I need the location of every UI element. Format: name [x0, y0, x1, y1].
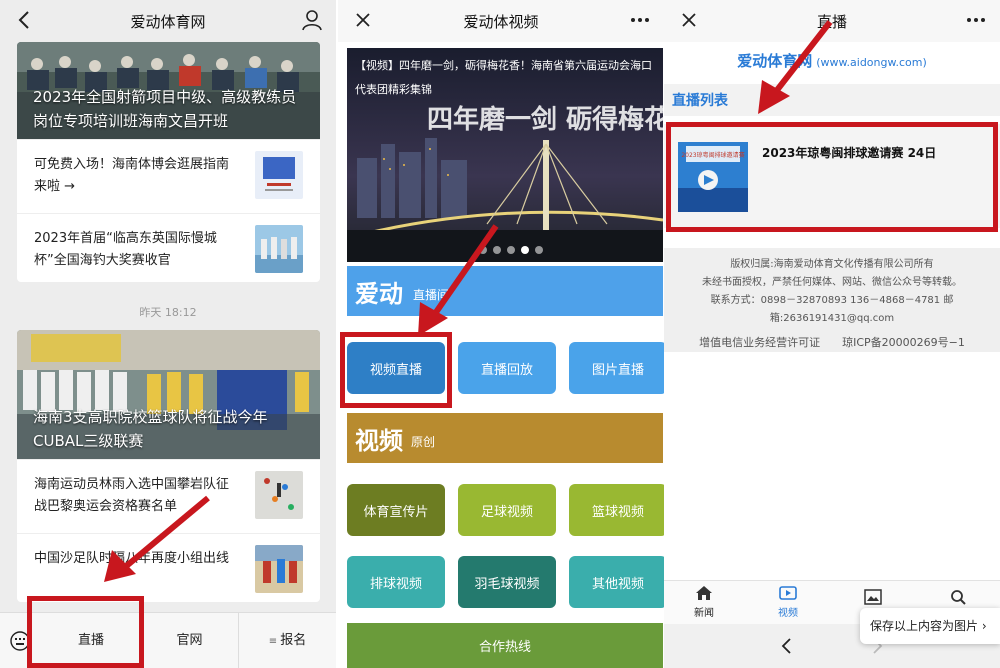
- more-icon[interactable]: [628, 9, 652, 31]
- article-card-2: 海南3支高职院校篮球队将征战今年CUBAL三级联赛 海南运动员林雨入选中国攀岩队…: [17, 330, 320, 602]
- menu-register-button[interactable]: ≡ 报名: [238, 613, 336, 668]
- close-icon[interactable]: [678, 9, 700, 31]
- back-icon[interactable]: [14, 9, 36, 31]
- carousel-dots[interactable]: [479, 246, 543, 254]
- page-title: 直播: [816, 12, 847, 31]
- article-caption-2: 海南3支高职院校篮球队将征战今年CUBAL三级联赛: [33, 408, 268, 450]
- tab-video-label: 视频: [778, 608, 798, 619]
- site-logo-name: 爱动体育网: [737, 52, 813, 70]
- list-item[interactable]: 可免费入场！海南体博会逛展指南来啦 →: [17, 139, 320, 213]
- panel-wechat-article-list: 爱动体育网 2023年全国射箭项目中级、高级教练员岗位专项培训班海南文昌开班 可…: [0, 0, 336, 668]
- more-icon[interactable]: [964, 9, 988, 31]
- top-navbar: 直播: [664, 0, 1000, 42]
- page-title: 爱动体育网: [130, 12, 206, 31]
- list-item[interactable]: 2023年首届“临高东英国际慢城杯”全国海钓大奖赛收官: [17, 213, 320, 282]
- panel-video-site: 爱动体视频 四年磨一剑 砺得梅花香 【视频】四年磨一剑，砺得梅花香！海南省第六届…: [336, 0, 664, 668]
- search-icon[interactable]: [950, 589, 966, 605]
- highlight-box-video-live: [340, 332, 452, 408]
- other-video-button[interactable]: 其他视频: [569, 556, 664, 608]
- list-item-title: 2023年首届“临高东英国际慢城杯”全国海钓大奖赛收官: [34, 231, 217, 268]
- basketball-video-button[interactable]: 篮球视频: [569, 484, 664, 536]
- list-item-title: 海南运动员林雨入选中国攀岩队征战巴黎奥运会资格赛名单: [34, 477, 230, 514]
- live-list-header: 直播列表: [664, 84, 1000, 116]
- footer-notice: 未经书面授权，严禁任何媒体、网站、微信公众号等转载。: [702, 277, 962, 288]
- save-as-image-toast[interactable]: 保存以上内容为图片 ›: [860, 608, 1000, 644]
- football-video-button[interactable]: 足球视频: [458, 484, 556, 536]
- section-live-subtitle: 直播间: [413, 288, 450, 302]
- top-navbar: 爱动体视频: [338, 0, 664, 42]
- tab-news[interactable]: 新闻: [664, 585, 744, 619]
- banner-art-text: 四年磨一剑 砺得梅花香: [427, 104, 663, 135]
- photo-live-button[interactable]: 图片直播: [569, 342, 664, 394]
- volleyball-video-button[interactable]: 排球视频: [347, 556, 445, 608]
- hotline-bar[interactable]: 合作热线: [347, 623, 663, 668]
- article-cover-2[interactable]: 海南3支高职院校篮球队将征战今年CUBAL三级联赛: [17, 330, 320, 459]
- panel-live-list: 直播 爱动体育网 (www.aidongw.com) 直播列表 2023琼粤闽排球…: [664, 0, 1000, 668]
- section-live-header: 爱动 直播间: [347, 266, 663, 316]
- site-logo-url: (www.aidongw.com): [816, 56, 927, 69]
- section-video-subtitle: 原创: [411, 435, 436, 449]
- promo-video-button[interactable]: 体育宣传片: [347, 484, 445, 536]
- menu-list-icon: ≡: [268, 636, 281, 647]
- home-icon: [696, 586, 712, 600]
- footer-license: 增值电信业务经营许可证 琼ICP备20000269号−1: [699, 336, 965, 349]
- site-logo[interactable]: 爱动体育网 (www.aidongw.com): [664, 50, 1000, 71]
- section-video-header: 视频 原创: [347, 413, 663, 463]
- image-icon[interactable]: [864, 589, 882, 605]
- site-footer: 版权归属:海南爱动体育文化传播有限公司所有 未经书面授权，严禁任何媒体、网站、微…: [664, 248, 1000, 352]
- article-cover-1[interactable]: 2023年全国射箭项目中级、高级教练员岗位专项培训班海南文昌开班: [17, 42, 320, 139]
- thumb-expo-guide: [255, 151, 303, 199]
- section-video-title: 视频: [355, 427, 403, 455]
- list-item-title: 可免费入场！海南体博会逛展指南来啦 →: [34, 157, 230, 194]
- banner-caption: 【视频】四年磨一剑，砺得梅花香！海南省第六届运动会海口代表团精彩集锦: [355, 59, 652, 96]
- page-title: 爱动体视频: [463, 12, 539, 31]
- badminton-video-button[interactable]: 羽毛球视频: [458, 556, 556, 608]
- article-caption-1: 2023年全国射箭项目中级、高级教练员岗位专项培训班海南文昌开班: [33, 88, 297, 130]
- highlight-box-live: [27, 596, 144, 668]
- replay-button[interactable]: 直播回放: [458, 342, 556, 394]
- video-icon: [779, 586, 797, 600]
- menu-register-label: 报名: [280, 633, 307, 648]
- thumb-climbing: [255, 471, 303, 519]
- browser-back-icon[interactable]: [780, 637, 794, 655]
- menu-official-button[interactable]: 官网: [140, 613, 238, 668]
- footer-contact: 联系方式：0898－32870893 136－4868－4781 邮箱:2636…: [710, 295, 954, 324]
- thumb-fishing: [255, 225, 303, 273]
- top-navbar: 爱动体育网: [0, 0, 336, 42]
- tab-news-label: 新闻: [694, 608, 714, 619]
- thumb-beach-soccer: [255, 545, 303, 593]
- highlight-box-live-item: [666, 122, 998, 232]
- live-list-title: 直播列表: [672, 93, 728, 109]
- list-item-title: 中国沙足队时隔八年再度小组出线: [34, 551, 230, 566]
- video-banner-carousel[interactable]: 四年磨一剑 砺得梅花香 【视频】四年磨一剑，砺得梅花香！海南省第六届运动会海口代…: [347, 48, 663, 262]
- close-icon[interactable]: [352, 9, 374, 31]
- list-item[interactable]: 中国沙足队时隔八年再度小组出线: [17, 533, 320, 602]
- timestamp: 昨天 18:12: [139, 306, 197, 319]
- profile-icon[interactable]: [300, 9, 324, 31]
- article-card-1: 2023年全国射箭项目中级、高级教练员岗位专项培训班海南文昌开班 可免费入场！海…: [17, 42, 320, 282]
- list-item[interactable]: 海南运动员林雨入选中国攀岩队征战巴黎奥运会资格赛名单: [17, 459, 320, 533]
- section-live-title: 爱动: [355, 280, 403, 308]
- footer-copyright: 版权归属:海南爱动体育文化传播有限公司所有: [730, 259, 934, 270]
- tab-video[interactable]: 视频: [748, 585, 828, 619]
